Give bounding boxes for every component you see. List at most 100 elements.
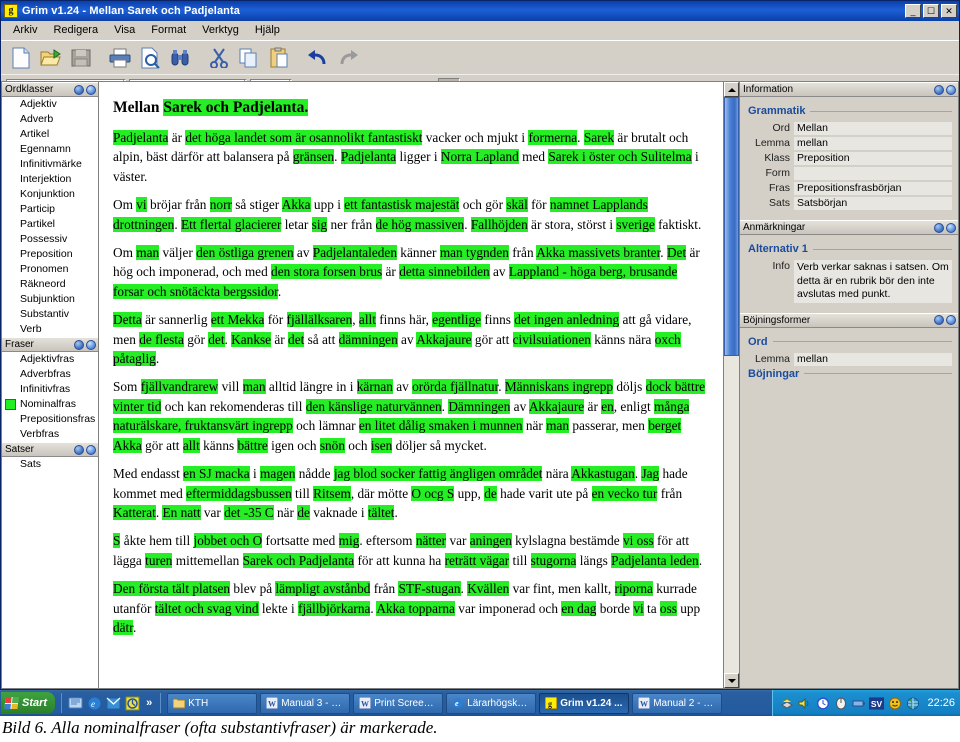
category-item-preposition[interactable]: Preposition xyxy=(2,247,98,262)
document-vertical-scrollbar[interactable] xyxy=(723,82,739,688)
print-icon[interactable] xyxy=(106,44,134,72)
menu-item-redigera[interactable]: Redigera xyxy=(45,22,106,38)
copy-icon[interactable] xyxy=(235,44,263,72)
close-button[interactable]: ✕ xyxy=(941,4,957,18)
taskbar-task-kth[interactable]: KTH xyxy=(167,692,258,714)
category-item-label: Adjektivfras xyxy=(20,353,75,365)
paste-clipboard-icon[interactable] xyxy=(265,44,293,72)
minimize-button[interactable]: _ xyxy=(905,4,921,18)
document-text-run: . xyxy=(498,379,505,395)
document-text-run: när xyxy=(522,418,547,434)
category-item-partikel[interactable]: Partikel xyxy=(2,217,98,232)
categories-panel: Ordklasser Adjektiv Adverb Artikel Egennamn I… xyxy=(1,81,99,689)
category-item-infinitivm-rke[interactable]: Infinitivmärke xyxy=(2,157,98,172)
group-collapse-icon[interactable] xyxy=(74,84,84,95)
document-text-run: ta xyxy=(643,600,660,616)
save-disk-icon[interactable] xyxy=(67,44,95,72)
quick-launch-overflow-icon[interactable]: » xyxy=(143,697,155,709)
category-item-substantiv[interactable]: Substantiv xyxy=(2,307,98,322)
battery-icon[interactable] xyxy=(851,696,866,711)
scroll-up-button[interactable] xyxy=(724,82,739,97)
taskbar-task-print-screen[interactable]: W Print Screen ... xyxy=(353,692,444,714)
clock-tray-icon[interactable] xyxy=(815,696,830,711)
category-item-subjunktion[interactable]: Subjunktion xyxy=(2,292,98,307)
panel-close-icon[interactable] xyxy=(946,315,956,325)
group-close-icon[interactable] xyxy=(86,339,96,350)
highlighted-phrase: riporna xyxy=(614,581,653,597)
category-item-verbfras[interactable]: Verbfras xyxy=(2,427,98,442)
mouse-icon[interactable] xyxy=(833,696,848,711)
panel-close-icon[interactable] xyxy=(946,84,956,95)
open-folder-icon[interactable] xyxy=(37,44,65,72)
group-close-icon[interactable] xyxy=(86,444,96,455)
category-item-pronomen[interactable]: Pronomen xyxy=(2,262,98,277)
panel-close-icon[interactable] xyxy=(946,222,956,233)
scrollbar-thumb[interactable] xyxy=(724,97,739,357)
category-item-adjektiv[interactable]: Adjektiv xyxy=(2,97,98,112)
category-item-verb[interactable]: Verb xyxy=(2,322,98,337)
document-text[interactable]: Mellan Sarek och Padjelanta. Padjelanta … xyxy=(99,82,723,688)
highlighted-phrase: Padjelanta xyxy=(113,130,169,145)
taskbar-task-manual-2-mi[interactable]: W Manual 2 - Mi... xyxy=(632,692,723,714)
menu-item-verktyg[interactable]: Verktyg xyxy=(194,22,247,38)
group-collapse-icon[interactable] xyxy=(74,339,84,350)
category-item-adjektivfras[interactable]: Adjektivfras xyxy=(2,352,98,367)
cut-scissors-icon[interactable] xyxy=(205,44,233,72)
category-item-sats[interactable]: Sats xyxy=(2,457,98,472)
language-indicator[interactable]: SV xyxy=(869,696,885,711)
print-preview-icon[interactable] xyxy=(136,44,164,72)
find-binoculars-icon[interactable] xyxy=(166,44,194,72)
media-player-icon[interactable] xyxy=(124,695,140,711)
taskbar-task-manual-3-mi[interactable]: W Manual 3 - Mi... xyxy=(260,692,351,714)
taskbar-task-l-rarh-gskol[interactable]: e Lärarhögskol... xyxy=(446,692,537,714)
info-row-label: Sats xyxy=(768,197,790,209)
undo-icon[interactable] xyxy=(304,44,332,72)
category-item-egennamn[interactable]: Egennamn xyxy=(2,142,98,157)
start-button[interactable]: Start xyxy=(1,692,56,714)
highlighted-phrase: STF-stugan xyxy=(398,581,461,597)
highlighted-phrase: Sarek och Padjelanta xyxy=(242,552,355,568)
category-color-swatch[interactable] xyxy=(5,399,16,410)
category-item-possessiv[interactable]: Possessiv xyxy=(2,232,98,247)
scroll-down-button[interactable] xyxy=(724,673,739,688)
menu-item-hjalp[interactable]: Hjälp xyxy=(247,22,288,38)
category-item-label: Infinitivmärke xyxy=(20,158,82,170)
menu-item-format[interactable]: Format xyxy=(143,22,194,38)
panel-collapse-icon[interactable] xyxy=(934,222,944,233)
menu-item-arkiv[interactable]: Arkiv xyxy=(5,22,45,38)
highlighted-phrase: de xyxy=(484,485,497,501)
category-item-artikel[interactable]: Artikel xyxy=(2,127,98,142)
category-item-adverb[interactable]: Adverb xyxy=(2,112,98,127)
network-icon[interactable] xyxy=(779,696,794,711)
panel-collapse-icon[interactable] xyxy=(934,315,944,325)
category-item-nominalfras[interactable]: Nominalfras xyxy=(2,397,98,412)
panel-collapse-icon[interactable] xyxy=(934,84,944,95)
taskbar-task-grim-v1-24[interactable]: g Grim v1.24 ... xyxy=(539,692,630,714)
maximize-button[interactable]: ☐ xyxy=(923,4,939,18)
category-item-particip[interactable]: Particip xyxy=(2,202,98,217)
new-document-icon[interactable] xyxy=(7,44,35,72)
category-item-label: Infinitivfras xyxy=(20,383,71,395)
taskbar-clock[interactable]: 22:26 xyxy=(927,697,955,709)
show-desktop-icon[interactable] xyxy=(67,695,83,711)
category-item-infinitivfras[interactable]: Infinitivfras xyxy=(2,382,98,397)
volume-icon[interactable] xyxy=(797,696,812,711)
globe-icon[interactable] xyxy=(905,696,920,711)
outlook-express-icon[interactable] xyxy=(105,695,121,711)
document-text-run: till xyxy=(291,485,314,501)
client-area: Ordklasser Adjektiv Adverb Artikel Egennamn I… xyxy=(1,81,959,689)
document-text-run: när xyxy=(273,504,298,520)
internet-explorer-icon[interactable]: e xyxy=(86,695,102,711)
document-text-run: . xyxy=(334,149,341,165)
category-item-prepositionsfras[interactable]: Prepositionsfras xyxy=(2,412,98,427)
smiley-icon[interactable] xyxy=(887,696,902,711)
group-close-icon[interactable] xyxy=(86,84,96,95)
category-item-konjunktion[interactable]: Konjunktion xyxy=(2,187,98,202)
redo-icon[interactable] xyxy=(334,44,362,72)
group-collapse-icon[interactable] xyxy=(74,444,84,455)
category-item-interjektion[interactable]: Interjektion xyxy=(2,172,98,187)
menu-item-visa[interactable]: Visa xyxy=(106,22,143,38)
scrollbar-track[interactable] xyxy=(724,97,739,673)
category-item-r-kneord[interactable]: Räkneord xyxy=(2,277,98,292)
category-item-adverbfras[interactable]: Adverbfras xyxy=(2,367,98,382)
